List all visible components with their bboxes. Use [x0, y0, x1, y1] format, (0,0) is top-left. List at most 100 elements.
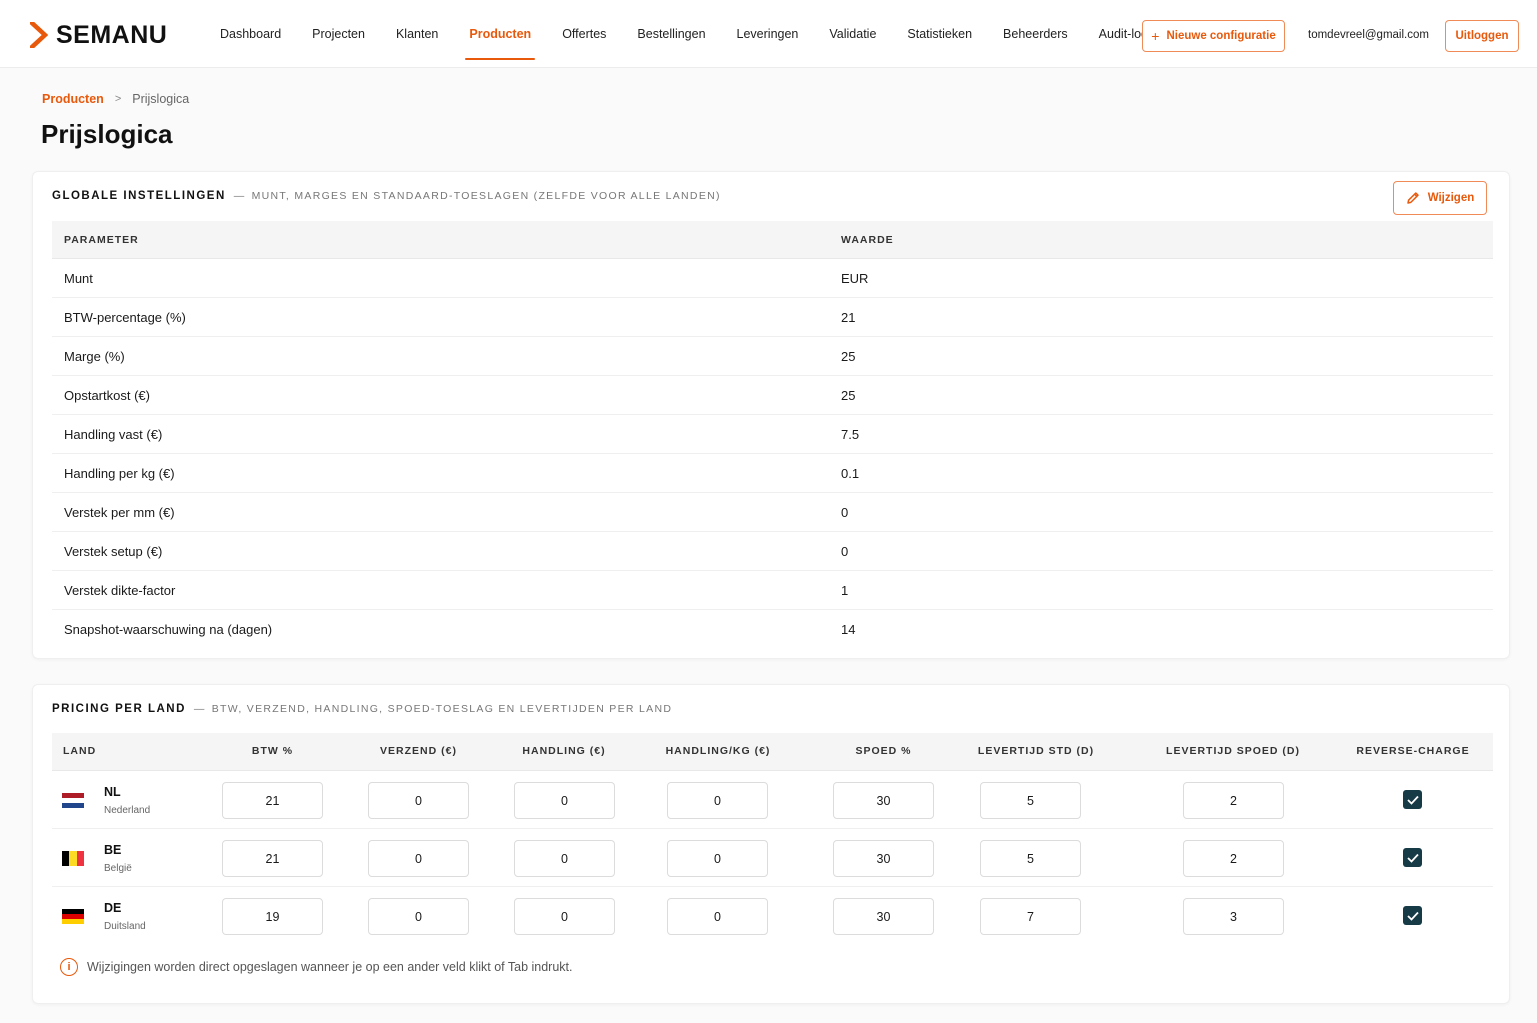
- breadcrumb-separator: >: [114, 93, 122, 105]
- verzend-input[interactable]: [368, 898, 469, 935]
- nav-item-offertes[interactable]: Offertes: [548, 0, 620, 68]
- parameter-name: Verstek setup (€): [64, 543, 163, 559]
- country-name: België: [104, 863, 132, 874]
- column-header-verzend: VERZEND (€): [380, 745, 457, 757]
- handling-input[interactable]: [514, 782, 615, 819]
- btw-input[interactable]: [222, 840, 323, 877]
- global-settings-card: GLOBALE INSTELLINGEN — MUNT, MARGES EN ST…: [32, 171, 1510, 659]
- country-pricing-subtitle-text: BTW, VERZEND, HANDLING, SPOED-TOESLAG EN…: [211, 703, 673, 715]
- column-header-value: WAARDE: [841, 233, 894, 246]
- table-row: BTW-percentage (%) 21: [52, 298, 1493, 337]
- global-settings-header: GLOBALE INSTELLINGEN — MUNT, MARGES EN ST…: [52, 190, 721, 202]
- column-header-land: LAND: [63, 745, 97, 757]
- parameter-value: 25: [841, 387, 856, 403]
- table-row: Verstek dikte-factor 1: [52, 571, 1493, 610]
- nav-item-producten[interactable]: Producten: [455, 0, 545, 68]
- parameter-name: Snapshot-waarschuwing na (dagen): [64, 622, 273, 637]
- table-row: Opstartkost (€) 25: [52, 376, 1493, 415]
- pencil-icon: [1406, 192, 1419, 204]
- verzend-input[interactable]: [368, 782, 469, 819]
- autosave-info: i Wijzigingen worden direct opgeslagen w…: [60, 958, 572, 976]
- table-row: Munt EUR: [52, 259, 1493, 298]
- table-row: Snapshot-waarschuwing na (dagen) 14: [52, 610, 1493, 649]
- plus-icon: +: [1151, 28, 1160, 44]
- country-pricing-subtitle: — BTW, VERZEND, HANDLING, SPOED-TOESLAG E…: [193, 703, 673, 715]
- flag-de-icon: [62, 909, 84, 924]
- table-header: LAND BTW % VERZEND (€) HANDLING (€) HAND…: [52, 733, 1493, 771]
- chevron-right-logo-icon: [30, 22, 48, 48]
- semanu-logo[interactable]: SEMANU: [30, 20, 167, 50]
- nav-item-beheerders[interactable]: Beheerders: [989, 0, 1082, 68]
- spoed-input[interactable]: [833, 898, 934, 935]
- flag-be-icon: [62, 851, 84, 866]
- breadcrumb: Producten > Prijslogica: [42, 92, 189, 106]
- parameter-value: 0.1: [841, 465, 860, 481]
- levertijd-spoed-input[interactable]: [1183, 782, 1284, 819]
- breadcrumb-current: Prijslogica: [132, 92, 190, 106]
- levertijd-spoed-input[interactable]: [1183, 898, 1284, 935]
- spoed-input[interactable]: [833, 782, 934, 819]
- table-row: Marge (%) 25: [52, 337, 1493, 376]
- country-row-nl: NL Nederland: [52, 771, 1493, 829]
- checkmark-icon: [1406, 911, 1419, 921]
- parameter-name: Handling vast (€): [64, 426, 163, 442]
- global-settings-subtitle-text: MUNT, MARGES EN STANDAARD-TOESLAGEN (ZEL…: [251, 190, 721, 202]
- parameter-name: Marge (%): [64, 348, 125, 364]
- btw-input[interactable]: [222, 898, 323, 935]
- handling-kg-input[interactable]: [667, 782, 768, 819]
- nav-item-klanten[interactable]: Klanten: [382, 0, 452, 68]
- reverse-charge-checkbox[interactable]: [1403, 848, 1422, 867]
- handling-input[interactable]: [514, 840, 615, 877]
- country-pricing-header: PRICING PER LAND — BTW, VERZEND, HANDLING…: [52, 703, 672, 715]
- reverse-charge-checkbox[interactable]: [1403, 906, 1422, 925]
- levertijd-std-input[interactable]: [980, 898, 1081, 935]
- country-row-de: DE Duitsland: [52, 887, 1493, 945]
- btw-input[interactable]: [222, 782, 323, 819]
- reverse-charge-checkbox[interactable]: [1403, 790, 1422, 809]
- nav-item-bestellingen[interactable]: Bestellingen: [623, 0, 719, 68]
- edit-global-settings-button[interactable]: Wijzigen: [1393, 181, 1487, 215]
- global-settings-title: GLOBALE INSTELLINGEN: [52, 190, 226, 202]
- spoed-input[interactable]: [833, 840, 934, 877]
- country-code: BE: [104, 843, 122, 857]
- nav-item-statistieken[interactable]: Statistieken: [893, 0, 986, 68]
- column-header-levertijd-std: LEVERTIJD STD (D): [977, 745, 1095, 757]
- parameter-value: 0: [841, 504, 849, 520]
- nav-item-dashboard[interactable]: Dashboard: [206, 0, 295, 68]
- flag-nl-icon: [62, 793, 84, 808]
- parameter-name: BTW-percentage (%): [64, 309, 186, 325]
- breadcrumb-link-producten[interactable]: Producten: [42, 92, 104, 106]
- edit-label: Wijzigen: [1427, 192, 1475, 204]
- parameter-name: Verstek per mm (€): [64, 504, 175, 520]
- levertijd-spoed-input[interactable]: [1183, 840, 1284, 877]
- column-header-reverse-charge: REVERSE-CHARGE: [1356, 745, 1470, 757]
- column-header-handling: HANDLING (€): [522, 745, 606, 757]
- parameter-value: 0: [841, 543, 849, 559]
- parameter-value: EUR: [841, 270, 869, 286]
- new-configuration-button[interactable]: + Nieuwe configuratie: [1142, 20, 1285, 52]
- parameter-name: Handling per kg (€): [64, 465, 175, 481]
- nav-item-leveringen[interactable]: Leveringen: [723, 0, 813, 68]
- parameter-name: Verstek dikte-factor: [64, 582, 176, 598]
- country-name: Nederland: [104, 805, 151, 816]
- table-row: Verstek per mm (€) 0: [52, 493, 1493, 532]
- column-header-handling-kg: HANDLING/KG (€): [665, 745, 771, 757]
- page-title: Prijslogica: [41, 119, 173, 149]
- global-settings-table: PARAMETER WAARDE Munt EUR BTW-percentage …: [52, 221, 1493, 649]
- levertijd-std-input[interactable]: [980, 782, 1081, 819]
- checkmark-icon: [1406, 795, 1419, 805]
- levertijd-std-input[interactable]: [980, 840, 1081, 877]
- handling-input[interactable]: [514, 898, 615, 935]
- nav-item-projecten[interactable]: Projecten: [298, 0, 379, 68]
- logout-button[interactable]: Uitloggen: [1445, 20, 1519, 52]
- table-row: Handling vast (€) 7.5: [52, 415, 1493, 454]
- country-code: DE: [104, 901, 122, 915]
- column-header-spoed: SPOED %: [855, 745, 912, 757]
- column-header-btw: BTW %: [251, 745, 294, 757]
- handling-kg-input[interactable]: [667, 898, 768, 935]
- handling-kg-input[interactable]: [667, 840, 768, 877]
- verzend-input[interactable]: [368, 840, 469, 877]
- info-circle-icon: i: [60, 958, 78, 976]
- parameter-value: 25: [841, 348, 856, 364]
- nav-item-validatie[interactable]: Validatie: [815, 0, 890, 68]
